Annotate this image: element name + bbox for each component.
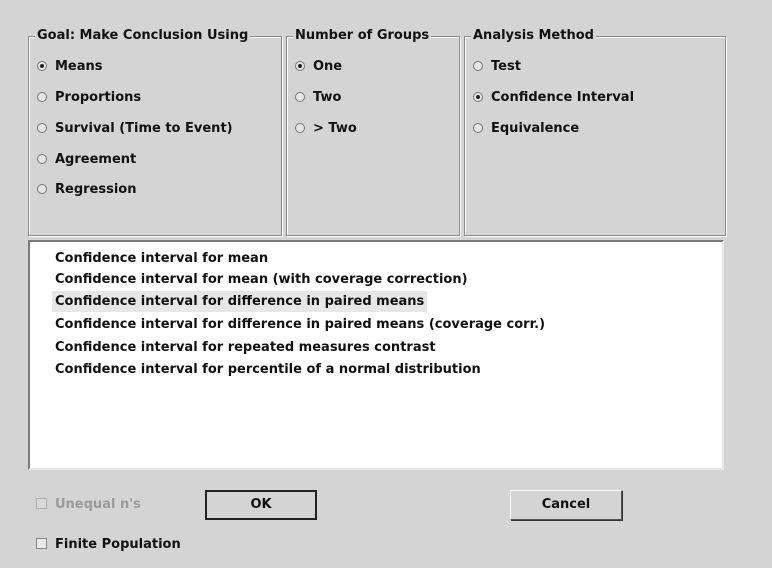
radio-regression[interactable]: Regression: [37, 180, 136, 200]
list-item[interactable]: Confidence interval for repeated measure…: [52, 337, 439, 358]
list-item[interactable]: Confidence interval for mean (with cover…: [52, 269, 471, 290]
radio-button-icon: [295, 61, 305, 71]
list-item[interactable]: Confidence interval for mean: [52, 248, 271, 269]
radio-label: Confidence Interval: [491, 90, 635, 105]
groups-group: Number of Groups One Two > Two: [286, 27, 460, 236]
radio-equivalence[interactable]: Equivalence: [473, 119, 579, 139]
radio-two[interactable]: Two: [295, 88, 341, 108]
radio-label: Equivalence: [491, 121, 580, 136]
radio-button-icon: [37, 184, 47, 194]
radio-more-than-two[interactable]: > Two: [295, 119, 357, 139]
groups-group-title: Number of Groups: [293, 27, 432, 45]
list-item[interactable]: Confidence interval for difference in pa…: [52, 291, 428, 312]
radio-button-icon: [473, 123, 483, 133]
radio-label: Agreement: [55, 152, 137, 167]
list-item[interactable]: Confidence interval for percentile of a …: [52, 359, 484, 380]
checkbox-icon: [36, 538, 47, 549]
checkbox-label: Unequal n's: [55, 497, 141, 512]
radio-proportions[interactable]: Proportions: [37, 88, 141, 108]
radio-button-icon: [473, 61, 483, 71]
goal-group: Goal: Make Conclusion Using Means Propor…: [28, 27, 282, 236]
radio-label: Test: [491, 59, 521, 74]
radio-test[interactable]: Test: [473, 57, 521, 77]
procedure-list[interactable]: Confidence interval for mean Confidence …: [28, 240, 724, 470]
method-group-title: Analysis Method: [471, 27, 596, 45]
radio-button-icon: [37, 154, 47, 164]
radio-survival[interactable]: Survival (Time to Event): [37, 119, 233, 139]
radio-label: Survival (Time to Event): [55, 121, 233, 136]
checkbox-icon: [36, 498, 47, 509]
radio-label: > Two: [313, 121, 357, 136]
radio-button-icon: [37, 61, 47, 71]
radio-label: Two: [313, 90, 342, 105]
radio-button-icon: [37, 92, 47, 102]
method-group: Analysis Method Test Confidence Interval…: [464, 27, 726, 236]
radio-label: Proportions: [55, 90, 142, 105]
cancel-button[interactable]: Cancel: [510, 490, 622, 520]
radio-agreement[interactable]: Agreement: [37, 150, 136, 170]
radio-button-icon: [295, 92, 305, 102]
ok-button[interactable]: OK: [205, 490, 317, 520]
goal-group-title: Goal: Make Conclusion Using: [35, 27, 251, 45]
radio-label: Means: [55, 59, 103, 74]
radio-button-icon: [295, 123, 305, 133]
unequal-n-checkbox[interactable]: Unequal n's: [36, 495, 141, 515]
radio-one[interactable]: One: [295, 57, 342, 77]
radio-confidence-interval[interactable]: Confidence Interval: [473, 88, 634, 108]
finite-population-checkbox[interactable]: Finite Population: [36, 535, 181, 555]
checkbox-label: Finite Population: [55, 537, 181, 552]
list-item[interactable]: Confidence interval for difference in pa…: [52, 314, 548, 335]
radio-label: One: [313, 59, 343, 74]
radio-button-icon: [37, 123, 47, 133]
radio-means[interactable]: Means: [37, 57, 103, 77]
radio-button-icon: [473, 92, 483, 102]
radio-label: Regression: [55, 182, 137, 197]
